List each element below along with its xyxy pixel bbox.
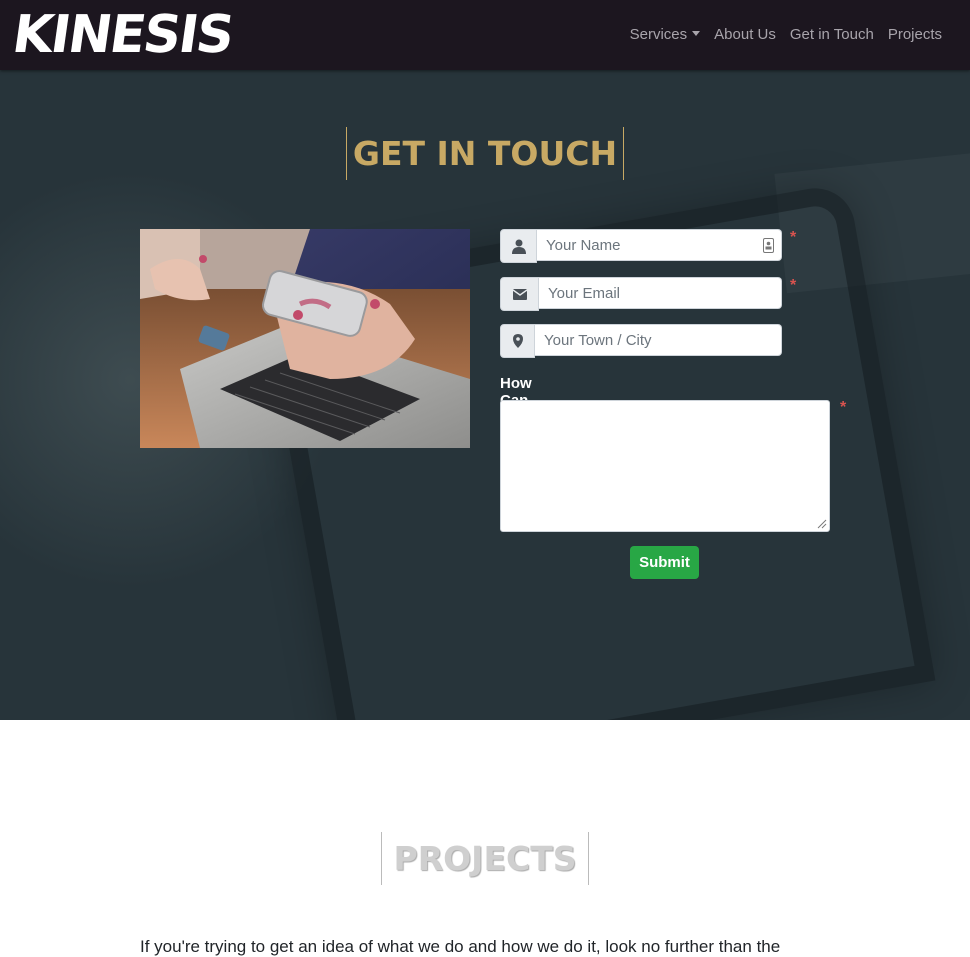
required-indicator: * (840, 399, 847, 416)
nav-item-projects[interactable]: Projects (881, 24, 949, 46)
user-icon (500, 229, 537, 263)
help-textarea[interactable] (500, 400, 830, 532)
contact-card-icon (763, 238, 774, 257)
projects-title: PROJECTS (393, 839, 577, 878)
city-field[interactable]: Your Town / City (535, 324, 782, 356)
resize-handle-icon[interactable] (817, 519, 827, 529)
section-heading: GET IN TOUCH (346, 127, 624, 180)
navbar: KINESIS Services About Us Get in Touch P… (0, 0, 970, 70)
projects-heading: PROJECTS (381, 832, 589, 885)
map-marker-icon (500, 324, 535, 358)
name-input-group: Your Name (500, 229, 782, 263)
required-indicator: * (790, 229, 797, 246)
phone-laptop-illustration (140, 229, 470, 448)
contact-section: GET IN TOUCH Your Name * Your Email * Yo… (0, 70, 970, 720)
projects-intro-text: If you're trying to get an idea of what … (140, 937, 781, 956)
email-placeholder: Your Email (548, 284, 620, 302)
nav-item-services[interactable]: Services (623, 24, 708, 46)
section-title: GET IN TOUCH (352, 134, 618, 173)
email-input-group: Your Email (500, 277, 782, 311)
nav-item-about-us[interactable]: About Us (707, 24, 783, 46)
submit-button[interactable]: Submit (630, 546, 699, 579)
brand-logo[interactable]: KINESIS (9, 5, 236, 65)
contact-photo (140, 229, 470, 448)
required-indicator: * (790, 277, 797, 294)
nav-menu: Services About Us Get in Touch Projects (623, 24, 949, 46)
city-input-group: Your Town / City (500, 324, 782, 358)
city-placeholder: Your Town / City (544, 331, 652, 349)
email-field[interactable]: Your Email (539, 277, 782, 309)
nav-item-get-in-touch[interactable]: Get in Touch (783, 24, 881, 46)
envelope-icon (500, 277, 539, 311)
name-field[interactable]: Your Name (537, 229, 782, 261)
name-placeholder: Your Name (546, 236, 621, 254)
